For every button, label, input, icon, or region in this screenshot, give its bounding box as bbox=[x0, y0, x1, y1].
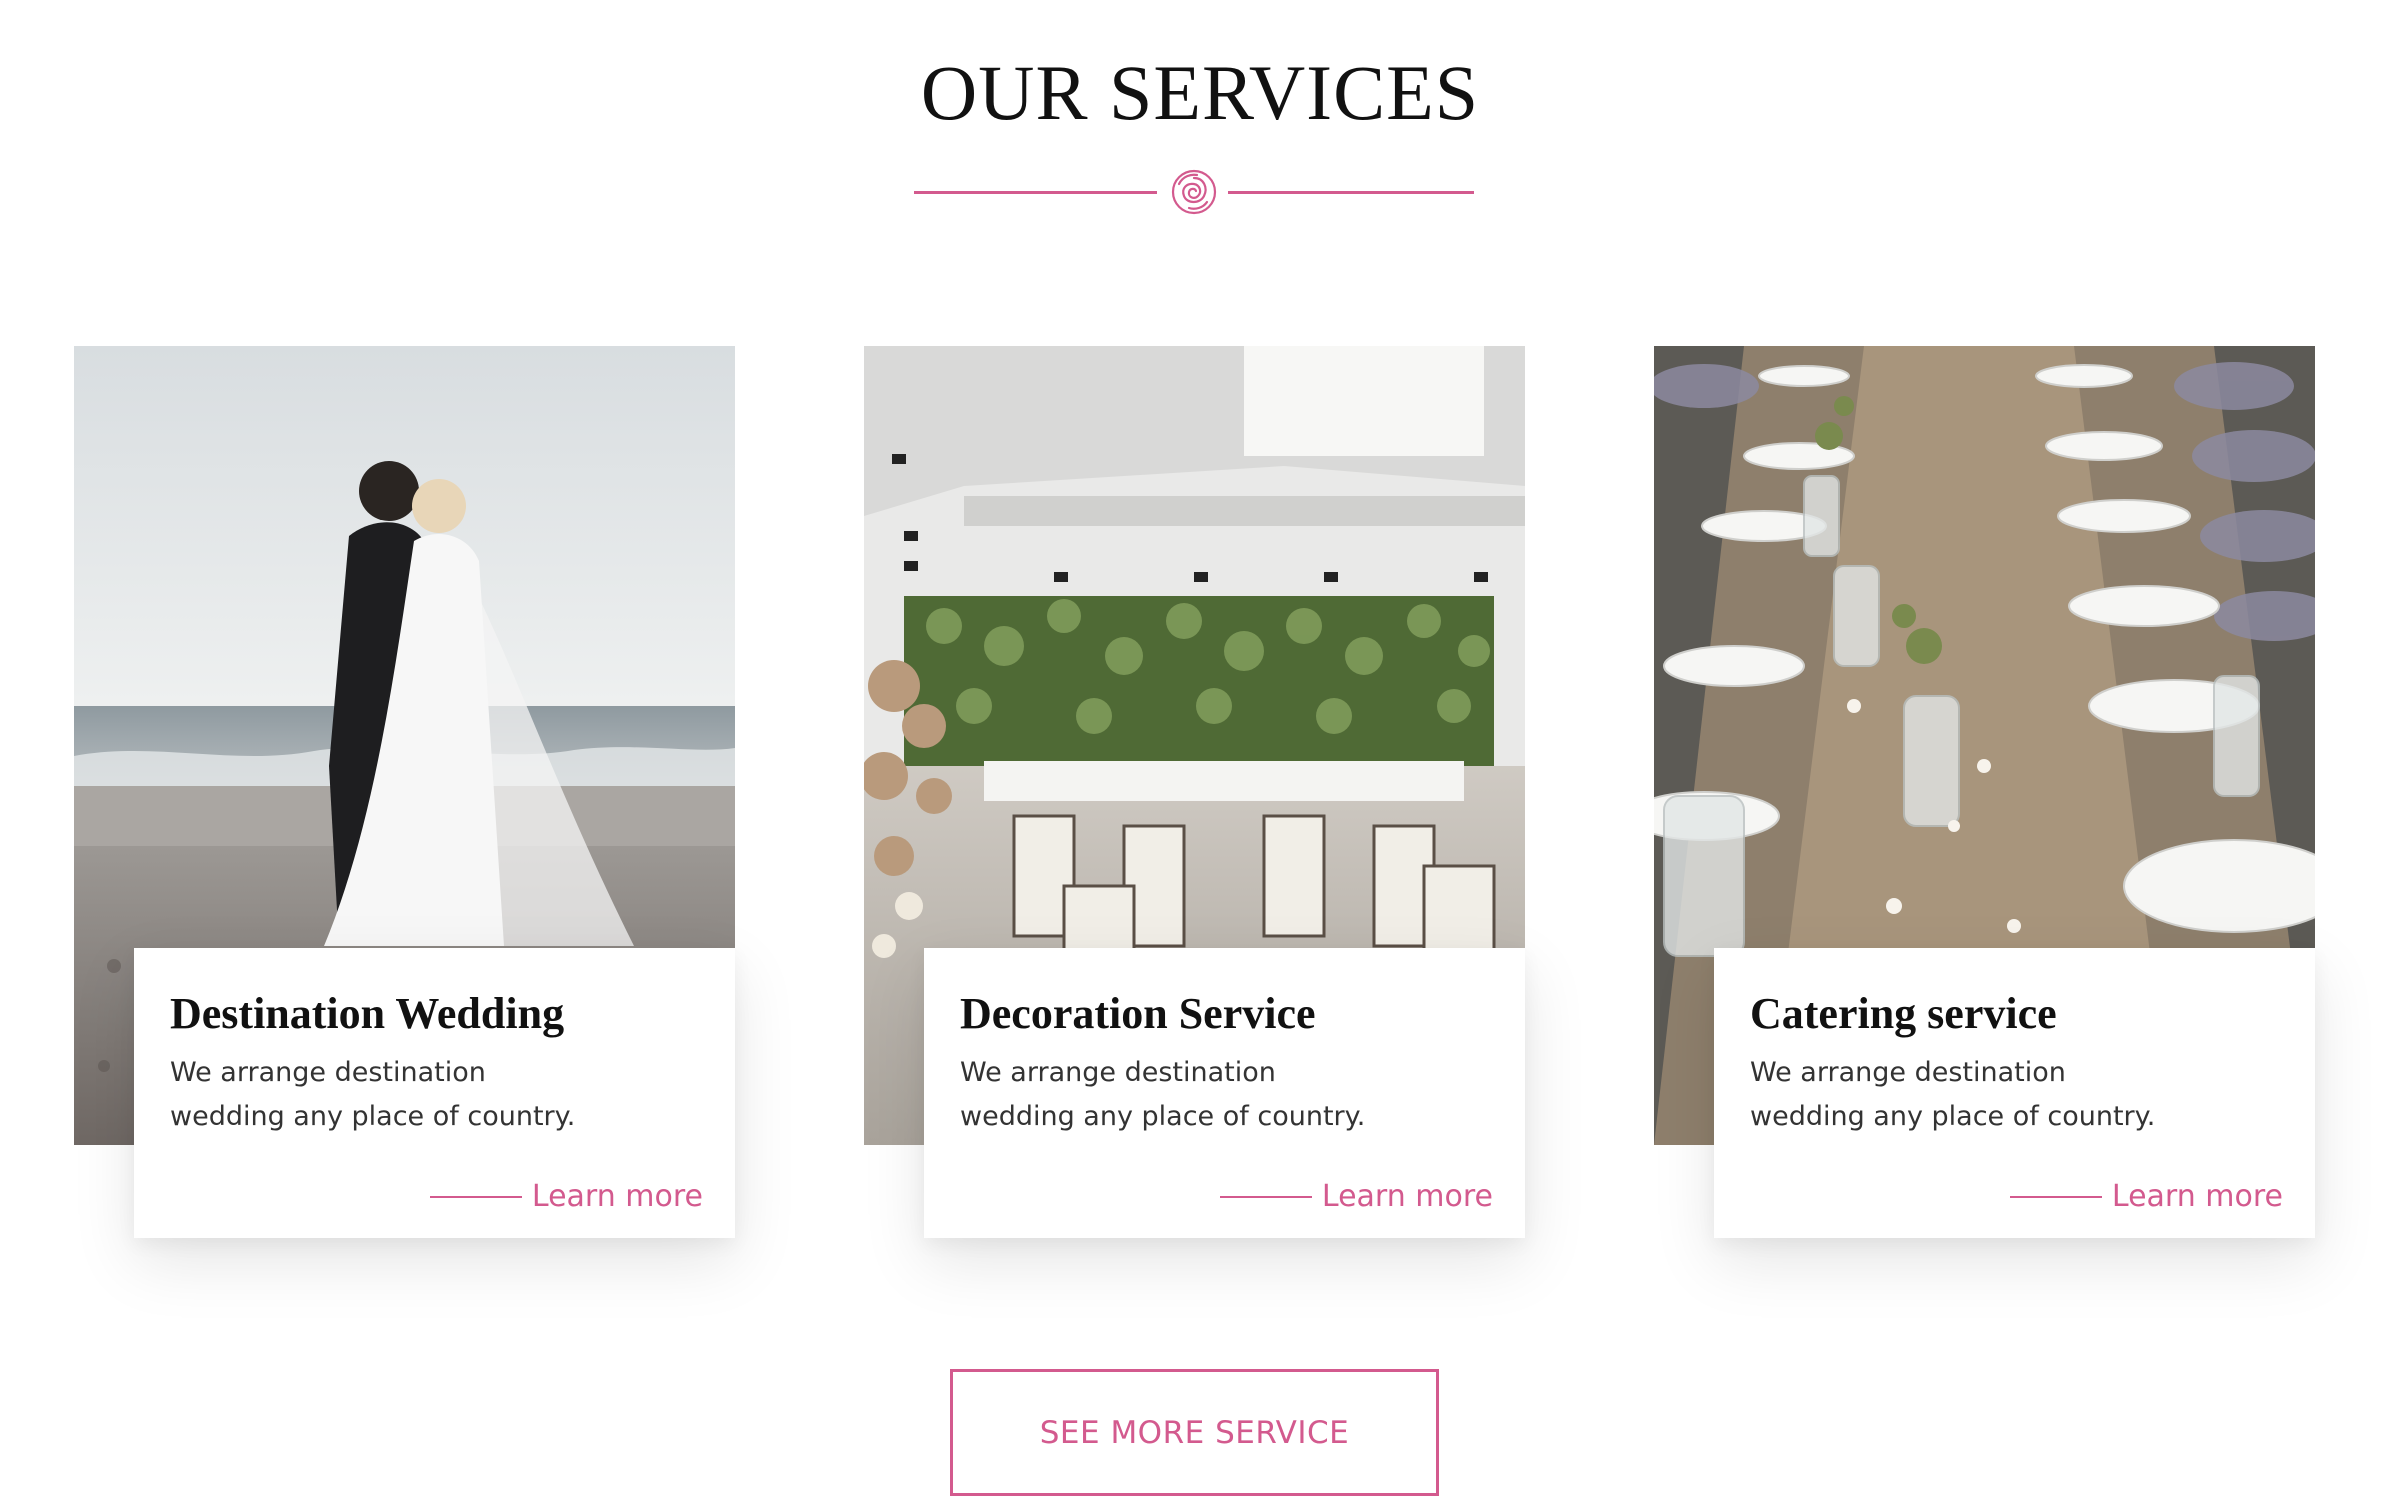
learn-more-rule bbox=[1219, 1195, 1312, 1198]
learn-more-link[interactable]: Learn more bbox=[2009, 1179, 2283, 1214]
rose-icon bbox=[1169, 166, 1219, 218]
service-description: We arrange destination wedding any place… bbox=[960, 1056, 1366, 1132]
service-title: Decoration Service bbox=[960, 989, 1316, 1038]
service-info-box: Catering service We arrange destination … bbox=[1714, 948, 2315, 1238]
services-section: OUR SERVICES Destination Wedding We arra… bbox=[0, 0, 2400, 1502]
learn-more-label: Learn more bbox=[531, 1179, 703, 1214]
learn-more-link[interactable]: Learn more bbox=[429, 1179, 703, 1214]
service-card-decoration-service: Decoration Service We arrange destinatio… bbox=[864, 346, 1525, 1238]
service-card-destination-wedding: Destination Wedding We arrange destinati… bbox=[74, 346, 735, 1238]
service-description: We arrange destination wedding any place… bbox=[170, 1056, 576, 1132]
section-title: OUR SERVICES bbox=[920, 49, 1480, 136]
service-title: Catering service bbox=[1750, 989, 2057, 1038]
learn-more-label: Learn more bbox=[2111, 1179, 2283, 1214]
title-divider bbox=[914, 166, 1474, 218]
service-title: Destination Wedding bbox=[170, 989, 565, 1038]
learn-more-link[interactable]: Learn more bbox=[1219, 1179, 1493, 1214]
see-more-service-button[interactable]: SEE MORE SERVICE bbox=[950, 1369, 1439, 1496]
divider-line-right bbox=[1228, 191, 1474, 194]
learn-more-rule bbox=[429, 1195, 522, 1198]
learn-more-rule bbox=[2009, 1195, 2102, 1198]
learn-more-label: Learn more bbox=[1321, 1179, 1493, 1214]
divider-line-left bbox=[914, 191, 1157, 194]
service-info-box: Destination Wedding We arrange destinati… bbox=[134, 948, 735, 1238]
service-description: We arrange destination wedding any place… bbox=[1750, 1056, 2156, 1132]
service-card-catering-service: Catering service We arrange destination … bbox=[1654, 346, 2315, 1238]
service-info-box: Decoration Service We arrange destinatio… bbox=[924, 948, 1525, 1238]
